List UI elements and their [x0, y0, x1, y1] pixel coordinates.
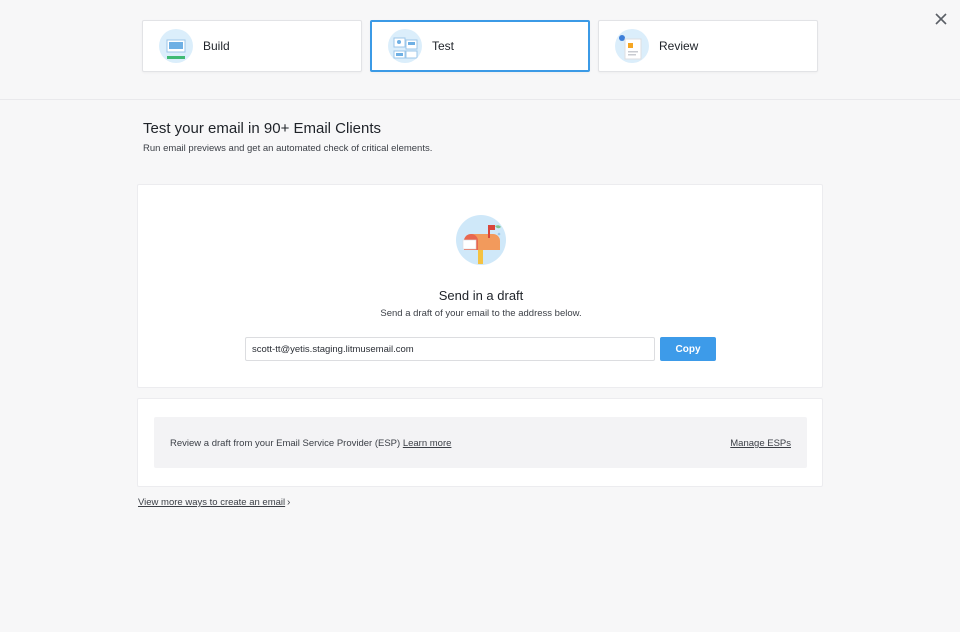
- page-title: Test your email in 90+ Email Clients: [143, 120, 382, 137]
- test-illustration-icon: [388, 29, 422, 63]
- review-illustration-icon: [615, 29, 649, 63]
- step-build-label: Build: [203, 39, 230, 53]
- copy-button[interactable]: Copy: [660, 337, 716, 361]
- learn-more-link[interactable]: Learn more: [403, 438, 452, 449]
- step-test-label: Test: [432, 39, 455, 53]
- manage-esps-link[interactable]: Manage ESPs: [730, 438, 791, 449]
- esp-description-text: Review a draft from your Email Service P…: [170, 438, 401, 449]
- view-more-ways-link[interactable]: View more ways to create an email: [138, 497, 285, 508]
- step-test[interactable]: Test: [370, 20, 590, 72]
- step-review-label: Review: [659, 39, 699, 53]
- send-draft-title: Send in a draft: [438, 288, 524, 303]
- esp-description: Review a draft from your Email Service P…: [170, 438, 451, 449]
- send-draft-card: Send in a draft Send a draft of your ema…: [137, 184, 823, 388]
- step-navigation: Build Test Review: [0, 0, 960, 100]
- esp-banner: Review a draft from your Email Service P…: [154, 417, 807, 468]
- mailbox-illustration-icon: [455, 214, 507, 266]
- build-illustration-icon: [159, 29, 193, 63]
- esp-card: Review a draft from your Email Service P…: [137, 398, 823, 487]
- close-icon[interactable]: [932, 10, 950, 28]
- send-draft-subtitle: Send a draft of your email to the addres…: [380, 308, 582, 319]
- step-review[interactable]: Review: [598, 20, 818, 72]
- step-build[interactable]: Build: [142, 20, 362, 72]
- page-subtitle: Run email previews and get an automated …: [143, 143, 433, 154]
- chevron-right-icon[interactable]: ›: [287, 497, 290, 508]
- draft-email-address-field[interactable]: [245, 337, 655, 361]
